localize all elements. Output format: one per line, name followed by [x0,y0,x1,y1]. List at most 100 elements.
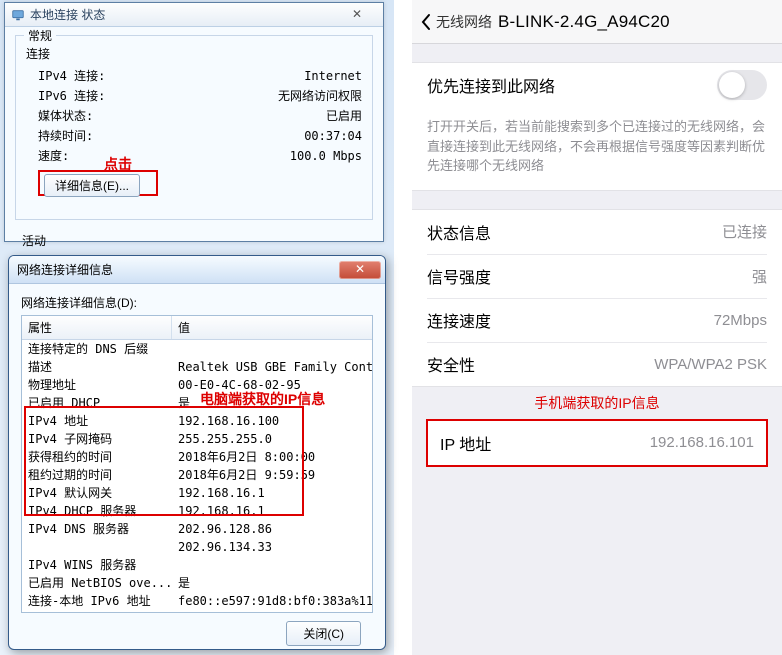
col-value[interactable]: 值 [172,316,372,339]
priority-description: 打开开关后，若当前能搜索到多个已连接过的无线网络，会直接连接到此无线网络，不会再… [427,107,767,190]
status-row: IPv6 连接:无网络访问权限 [26,86,362,106]
col-property[interactable]: 属性 [22,316,172,339]
info-row[interactable]: 连接速度 72Mbps [427,298,767,342]
table-row: IPv6 默认网关 [22,610,372,613]
details-list-label: 网络连接详细信息(D): [21,294,373,311]
status-key: IPv6 连接: [26,86,105,106]
prop-value: 2018年6月2日 8:00:00 [172,448,372,466]
info-card: 状态信息 已连接信号强度 强连接速度 72Mbps 安全性 WPA/WPA2 PSK [412,209,782,387]
info-label: 信号强度 [427,264,491,288]
status-val: 已启用 [326,106,362,126]
table-row: 物理地址00-E0-4C-68-02-95 [22,376,372,394]
prop-value: fe80::e597:91d8:bf0:383a%11 [172,592,372,610]
prop-value: Realtek USB GBE Family Control [172,358,372,376]
table-row: 连接-本地 IPv6 地址fe80::e597:91d8:bf0:383a%11 [22,592,372,610]
network-details-dialog: 网络连接详细信息 ✕ 网络连接详细信息(D): 属性 值 连接特定的 DNS 后… [8,255,386,650]
mobile-wifi-settings: 无线网络 B-LINK-2.4G_A94C20 优先连接到此网络 打开开关后，若… [412,0,782,655]
table-row: IPv4 地址192.168.16.100 [22,412,372,430]
status-title: 本地连接 状态 [30,6,105,23]
table-row: IPv4 DHCP 服务器192.168.16.1 [22,502,372,520]
info-value: 已连接 [722,221,767,242]
ip-label: IP 地址 [440,431,491,455]
network-icon [11,8,25,22]
prop-value: 是 [172,394,372,412]
status-key: 媒体状态: [26,106,93,126]
status-row: 媒体状态: 已启用 [26,106,362,126]
status-row: 速度: 100.0 Mbps [26,146,362,166]
table-row: 已启用 NetBIOS ove...是 [22,574,372,592]
prop-value [172,340,372,358]
info-label: 连接速度 [427,308,491,332]
prop-value: 192.168.16.100 [172,412,372,430]
priority-card: 优先连接到此网络 打开开关后，若当前能搜索到多个已连接过的无线网络，会直接连接到… [412,62,782,191]
table-row: 连接特定的 DNS 后缀 [22,340,372,358]
status-val: Internet [304,66,362,86]
priority-toggle[interactable] [717,70,767,100]
info-value: 强 [752,266,767,287]
prop-value: 192.168.16.1 [172,502,372,520]
table-row: 获得租约的时间2018年6月2日 8:00:00 [22,448,372,466]
info-row[interactable]: 安全性 WPA/WPA2 PSK [427,342,767,386]
info-row[interactable]: 状态信息 已连接 [427,210,767,254]
close-button[interactable]: 关闭(C) [286,621,361,646]
back-button[interactable]: 无线网络 [420,12,492,32]
table-row: 已启用 DHCP是 [22,394,372,412]
prop-value: 202.96.128.86 [172,520,372,538]
nav-bar: 无线网络 B-LINK-2.4G_A94C20 [412,0,782,44]
info-label: 安全性 [427,352,475,376]
details-title: 网络连接详细信息 [17,261,113,278]
table-row: IPv4 WINS 服务器 [22,556,372,574]
priority-label: 优先连接到此网络 [427,73,555,97]
status-val: 00:37:04 [304,126,362,146]
table-row: 租约过期的时间2018年6月2日 9:59:59 [22,466,372,484]
prop-value: 是 [172,574,372,592]
prop-value: 202.96.134.33 [172,538,372,556]
ip-address-row[interactable]: IP 地址 192.168.16.101 [426,419,768,467]
details-button[interactable]: 详细信息(E)... [44,174,140,197]
section-connection: 连接 [26,44,362,64]
close-icon[interactable]: ✕ [337,7,377,23]
status-key: 速度: [26,146,69,166]
prop-name: IPv6 默认网关 [22,610,172,613]
info-label: 状态信息 [427,220,491,244]
prop-name: IPv4 DNS 服务器 [22,520,172,538]
status-val: 100.0 Mbps [290,146,362,166]
ip-value: 192.168.16.101 [650,434,754,451]
details-table: 属性 值 连接特定的 DNS 后缀描述Realtek USB GBE Famil… [21,315,373,613]
prop-value: 00-E0-4C-68-02-95 [172,376,372,394]
prop-name: IPv4 默认网关 [22,484,172,502]
table-row: IPv4 默认网关192.168.16.1 [22,484,372,502]
prop-name: 获得租约的时间 [22,448,172,466]
prop-name: 连接特定的 DNS 后缀 [22,340,172,358]
status-key: IPv4 连接: [26,66,105,86]
close-button-red[interactable]: ✕ [339,261,381,279]
activity-label: 活动 [22,232,46,249]
info-value: WPA/WPA2 PSK [654,356,767,373]
table-row: IPv4 子网掩码255.255.255.0 [22,430,372,448]
status-key: 持续时间: [26,126,93,146]
prop-value [172,556,372,574]
details-titlebar: 网络连接详细信息 ✕ [9,256,385,284]
info-value: 72Mbps [714,312,767,329]
prop-value: 2018年6月2日 9:59:59 [172,466,372,484]
table-row: 描述Realtek USB GBE Family Control [22,358,372,376]
info-row[interactable]: 信号强度 强 [427,254,767,298]
chevron-left-icon [420,13,432,31]
status-row: 持续时间: 00:37:04 [26,126,362,146]
prop-name: 已启用 DHCP [22,394,172,412]
phone-ip-annotation: 手机端获取的IP信息 [412,393,782,413]
prop-name: IPv4 子网掩码 [22,430,172,448]
prop-name: 描述 [22,358,172,376]
prop-name: 连接-本地 IPv6 地址 [22,592,172,610]
prop-value: 255.255.255.0 [172,430,372,448]
prop-name: IPv4 DHCP 服务器 [22,502,172,520]
prop-name: 租约过期的时间 [22,466,172,484]
prop-value [172,610,372,613]
local-connection-status-window: 本地连接 状态 ✕ 常规 连接 IPv4 连接:InternetIPv6 连接:… [4,2,384,242]
prop-value: 192.168.16.1 [172,484,372,502]
prop-name [22,538,172,556]
tab-general[interactable]: 常规 [24,27,56,44]
status-row: IPv4 连接: Internet [26,66,362,86]
prop-name: IPv4 WINS 服务器 [22,556,172,574]
prop-name: IPv4 地址 [22,412,172,430]
